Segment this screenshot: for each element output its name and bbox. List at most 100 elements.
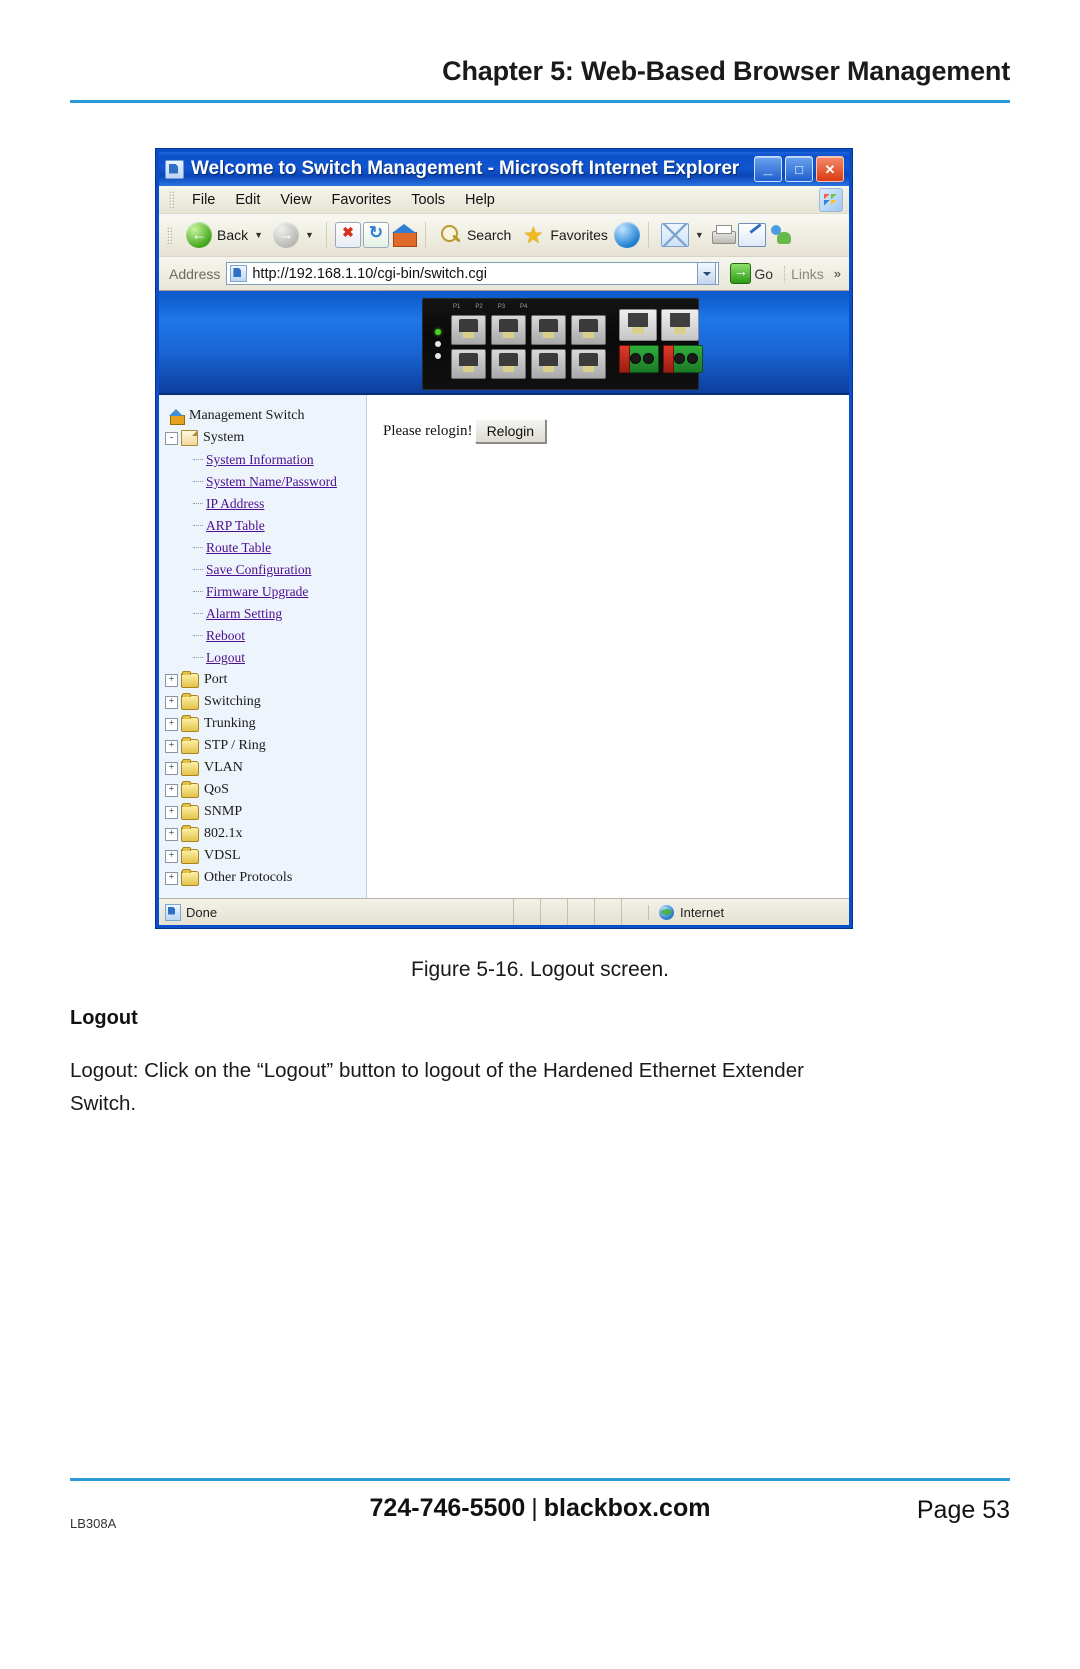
expand-icon[interactable]: + xyxy=(165,673,178,687)
status-left: Done xyxy=(159,903,513,921)
security-zone[interactable]: Internet xyxy=(648,904,849,920)
expand-icon[interactable]: + xyxy=(165,761,178,775)
tree-item-arp-table[interactable]: ARP Table xyxy=(165,515,366,537)
tree-link[interactable]: Route Table xyxy=(206,540,271,556)
menu-grip-handle[interactable] xyxy=(169,191,174,208)
tree-folder-vlan[interactable]: + VLAN xyxy=(165,757,366,779)
back-dropdown-icon[interactable]: ▼ xyxy=(254,230,263,240)
tree-folder-8021x[interactable]: +802.1x xyxy=(165,823,366,845)
mail-button[interactable]: ▼ xyxy=(657,221,708,249)
expand-icon[interactable]: + xyxy=(165,695,178,709)
terminal-block xyxy=(663,345,703,373)
tree-folder-trunking[interactable]: + Trunking xyxy=(165,713,366,735)
menu-favorites[interactable]: Favorites xyxy=(322,190,402,210)
tree-link[interactable]: Save Configuration xyxy=(206,562,311,578)
refresh-icon[interactable] xyxy=(362,222,389,248)
stop-icon[interactable] xyxy=(334,222,361,248)
maximize-button[interactable]: □ xyxy=(785,156,813,182)
chevron-right-icon[interactable]: » xyxy=(830,266,845,281)
print-icon[interactable] xyxy=(710,224,736,246)
tree-folder-label: STP / Ring xyxy=(204,738,266,753)
expand-icon[interactable]: + xyxy=(165,827,178,841)
relogin-button[interactable]: Relogin xyxy=(474,419,547,443)
menu-view[interactable]: View xyxy=(270,190,321,210)
menu-tools[interactable]: Tools xyxy=(401,190,455,210)
home-icon[interactable] xyxy=(391,223,417,247)
close-button[interactable]: ✕ xyxy=(816,156,844,182)
tree-group-system[interactable]: - System xyxy=(165,427,366,449)
relogin-message: Please relogin! xyxy=(383,422,473,439)
tree-item-reboot[interactable]: Reboot xyxy=(165,625,366,647)
edit-page-icon[interactable] xyxy=(737,223,766,247)
port-label-row: P1 P2 P3 P4 xyxy=(453,304,527,310)
uplink-rj45-port xyxy=(619,309,657,341)
tree-link[interactable]: Alarm Setting xyxy=(206,606,282,622)
back-button[interactable]: ← Back ▼ xyxy=(182,220,267,250)
rj45-port xyxy=(531,349,566,379)
tree-link[interactable]: Reboot xyxy=(206,628,245,644)
tree-item-alarm-setting[interactable]: Alarm Setting xyxy=(165,603,366,625)
expand-icon[interactable]: + xyxy=(165,739,178,753)
minimize-button[interactable]: _ xyxy=(754,156,782,182)
tree-item-system-information[interactable]: System Information xyxy=(165,449,366,471)
window-title: Welcome to Switch Management - Microsoft… xyxy=(191,158,740,179)
menu-file[interactable]: File xyxy=(182,190,225,210)
tree-folder-qos[interactable]: + QoS xyxy=(165,779,366,801)
terminal-block-red xyxy=(663,345,674,373)
tree-link[interactable]: ARP Table xyxy=(206,518,265,534)
tree-root-label: Management Switch xyxy=(189,408,305,423)
expand-icon[interactable]: + xyxy=(165,717,178,731)
media-icon[interactable] xyxy=(613,222,640,248)
tree-folder-snmp[interactable]: + SNMP xyxy=(165,801,366,823)
tree-link[interactable]: System Information xyxy=(206,452,314,468)
tree-item-route-table[interactable]: Route Table xyxy=(165,537,366,559)
menu-edit[interactable]: Edit xyxy=(225,190,270,210)
address-input[interactable]: http://192.168.1.10/cgi-bin/switch.cgi xyxy=(226,262,720,285)
tree-link[interactable]: Logout xyxy=(206,650,245,666)
footer-contact: 724-746-5500 | blackbox.com xyxy=(70,1494,1010,1523)
tree-item-logout[interactable]: Logout xyxy=(165,647,366,669)
expand-icon[interactable]: + xyxy=(165,805,178,819)
home-icon xyxy=(169,409,185,425)
folder-icon xyxy=(181,780,199,798)
tree-root-management-switch[interactable]: Management Switch xyxy=(165,405,366,427)
tree-folder-stp-ring[interactable]: + STP / Ring xyxy=(165,735,366,757)
tree-item-save-configuration[interactable]: Save Configuration xyxy=(165,559,366,581)
forward-arrow-icon: → xyxy=(273,222,300,248)
address-dropdown-icon[interactable] xyxy=(697,262,717,285)
forward-button[interactable]: → ▼ xyxy=(269,220,318,250)
tree-item-firmware-upgrade[interactable]: Firmware Upgrade xyxy=(165,581,366,603)
rj45-port xyxy=(451,349,486,379)
expand-icon[interactable]: + xyxy=(165,849,178,863)
back-label: Back xyxy=(217,227,249,243)
tree-item-ip-address[interactable]: IP Address xyxy=(165,493,366,515)
rj45-port xyxy=(571,315,606,345)
links-label[interactable]: Links xyxy=(784,265,824,282)
port-label: P2 xyxy=(475,304,483,310)
tree-link[interactable]: Firmware Upgrade xyxy=(206,584,308,600)
tree-folder-other-protocols[interactable]: + Other Protocols xyxy=(165,867,366,889)
toolbar-grip-handle[interactable] xyxy=(167,226,172,244)
go-button[interactable]: Go xyxy=(725,262,778,285)
tree-link[interactable]: IP Address xyxy=(206,496,264,512)
tree-folder-label: SNMP xyxy=(204,804,243,819)
tree-folder-vdsl[interactable]: + VDSL xyxy=(165,845,366,867)
menu-help[interactable]: Help xyxy=(455,190,505,210)
expand-icon[interactable]: + xyxy=(165,871,178,885)
tree-folder-switching[interactable]: + Switching xyxy=(165,691,366,713)
mail-dropdown-icon[interactable]: ▼ xyxy=(695,230,704,240)
rj45-port xyxy=(491,349,526,379)
collapse-icon[interactable]: - xyxy=(165,431,178,445)
page-icon xyxy=(230,265,248,282)
search-button[interactable]: Search xyxy=(434,221,515,249)
tree-link[interactable]: System Name/Password xyxy=(206,474,337,490)
maximize-icon: □ xyxy=(795,161,803,177)
favorites-button[interactable]: ★ Favorites xyxy=(517,221,612,249)
tree-folder-port[interactable]: + Port xyxy=(165,669,366,691)
expand-icon[interactable]: + xyxy=(165,783,178,797)
browser-titlebar: Welcome to Switch Management - Microsoft… xyxy=(159,152,849,186)
rj45-port-column xyxy=(491,315,526,379)
tree-item-system-name-password[interactable]: System Name/Password xyxy=(165,471,366,493)
forward-dropdown-icon[interactable]: ▼ xyxy=(305,230,314,240)
messenger-icon[interactable] xyxy=(768,223,794,247)
